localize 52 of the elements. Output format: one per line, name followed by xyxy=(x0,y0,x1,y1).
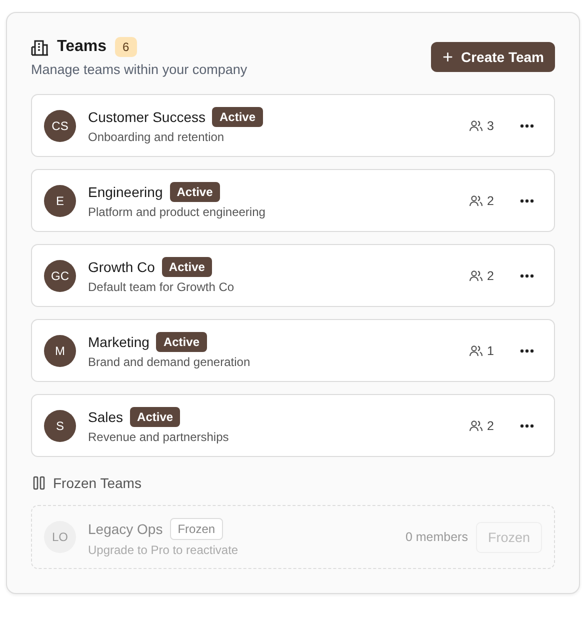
avatar: LO xyxy=(44,521,76,553)
team-name: Marketing xyxy=(88,334,150,350)
avatar: M xyxy=(44,334,76,366)
count-badge: 6 xyxy=(114,37,138,57)
team-row[interactable]: E Engineering Active Platform and product engineering 2 xyxy=(31,169,555,232)
status-badge: Active xyxy=(156,332,206,352)
member-count: 2 xyxy=(487,418,494,432)
team-description: Platform and product engineering xyxy=(88,205,266,219)
team-row[interactable]: S Sales Active Revenue and partnerships 2 xyxy=(31,394,555,457)
avatar: GC xyxy=(44,260,76,292)
member-count: 2 xyxy=(487,194,494,208)
subtitle: Manage teams within your company xyxy=(31,62,248,77)
pause-icon xyxy=(33,476,45,490)
member-count: 1 xyxy=(487,344,494,358)
team-row[interactable]: GC Growth Co Active Default team for Growth Co 2 xyxy=(31,244,555,307)
team-description: Upgrade to Pro to reactivate xyxy=(88,542,240,556)
more-button[interactable] xyxy=(520,124,534,128)
status-badge: Frozen xyxy=(170,518,224,540)
avatar: CS xyxy=(44,110,76,142)
member-count: 0 members xyxy=(405,530,468,544)
team-name: Customer Success xyxy=(88,109,206,125)
status-badge: Active xyxy=(212,107,263,127)
more-button[interactable] xyxy=(520,424,534,428)
more-button[interactable] xyxy=(520,274,534,278)
team-name: Legacy Ops xyxy=(88,520,163,536)
team-description: Revenue and partnerships xyxy=(88,430,230,444)
team-description: Brand and demand generation xyxy=(88,355,252,369)
page-title: Teams xyxy=(57,38,107,56)
team-row[interactable]: M Marketing Active Brand and demand generation 1 xyxy=(31,319,555,382)
more-button[interactable] xyxy=(520,198,534,202)
users-icon xyxy=(469,194,484,206)
team-name: Growth Co xyxy=(88,259,155,275)
status-badge: Active xyxy=(130,407,180,427)
building-icon xyxy=(31,38,49,56)
team-row[interactable]: CS Customer Success Active Onboarding and retention 3 xyxy=(31,94,555,157)
team-description: Default team for Growth Co xyxy=(88,280,236,294)
member-count: 3 xyxy=(487,118,494,132)
more-button[interactable] xyxy=(520,348,534,352)
users-icon xyxy=(469,270,484,282)
section-title: Frozen Teams xyxy=(53,475,142,491)
users-icon xyxy=(469,120,484,132)
status-badge: Active xyxy=(170,182,220,202)
avatar: S xyxy=(44,410,76,442)
team-name: Engineering xyxy=(88,184,163,200)
users-icon xyxy=(469,420,484,432)
status-badge: Active xyxy=(162,257,212,277)
team-description: Onboarding and retention xyxy=(88,130,226,144)
team-name: Sales xyxy=(88,409,124,425)
create-team-button[interactable]: + Create Team xyxy=(431,42,555,72)
users-icon xyxy=(469,344,484,356)
avatar: E xyxy=(44,184,76,216)
member-count: 2 xyxy=(487,268,494,282)
